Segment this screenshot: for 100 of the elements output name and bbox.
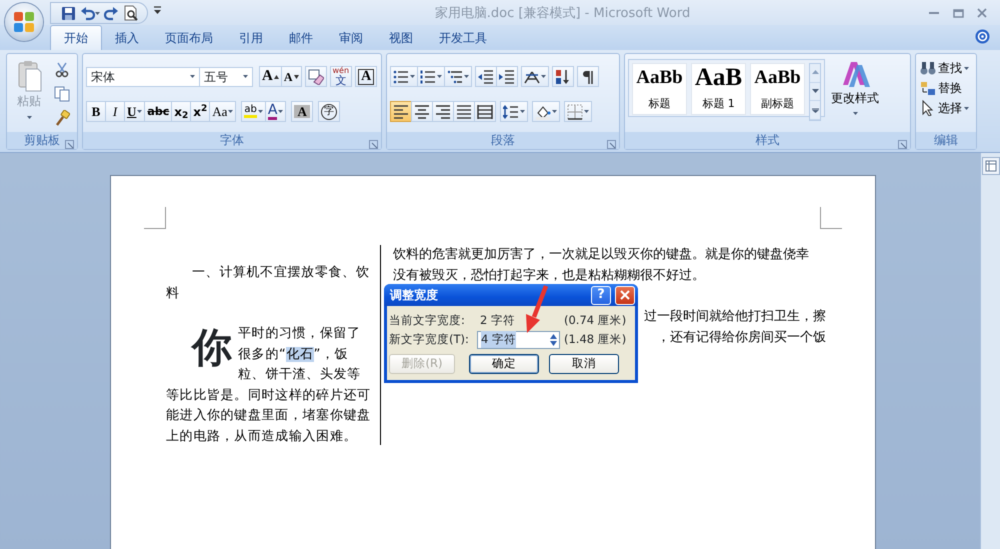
clear-formatting-button[interactable] [304,66,327,87]
change-styles-button[interactable]: 更改样式 [829,59,881,132]
paragraph-text: 饮料的危害就更加厉害了，一次就足以毁灭你的键盘。就是你的键盘侥幸没有被毁灭，恐怕打起字来，也是粘粘糊糊很不好过。 [393,246,810,284]
align-left-icon [393,104,409,120]
indent-icon [499,68,515,84]
shading-button[interactable] [532,101,560,122]
save-icon [61,6,76,20]
outdent-button[interactable] [475,66,497,87]
numbering-button[interactable] [417,66,445,87]
ribbon-tab[interactable]: 页面布局 [152,25,226,50]
strikethrough-button[interactable]: abc [144,101,172,122]
borders-button[interactable] [564,101,592,122]
character-shading-button[interactable]: A [291,101,313,122]
shrink-font-button[interactable]: A [280,66,302,87]
align-center-button[interactable] [411,101,433,122]
dialog-button[interactable]: 取消 [549,354,619,374]
group-label: 样式 [756,133,780,147]
copy-button[interactable] [52,84,72,104]
annotation-arrow [526,285,548,333]
bold-button[interactable]: B [86,101,106,122]
distribute-icon [477,104,493,120]
style-tile[interactable]: AaBb 标题 [632,63,687,115]
phonetic-guide-button[interactable]: wén 文 [330,66,352,87]
caret-icon [190,75,195,78]
drop-cap: 你 [192,330,232,366]
shading-icon [535,104,551,120]
unit-text: (0.74 厘米) [564,312,626,329]
binoculars-icon [920,60,936,76]
superscript-button[interactable]: x$^{2}$ [190,101,210,122]
style-tile[interactable]: AaBb 副标题 [750,63,805,115]
ribbon-tab[interactable]: 审阅 [326,25,376,50]
font-name-field[interactable]: 宋体 [86,66,200,86]
group-label: 编辑 [934,133,958,147]
align-center-icon [414,104,430,120]
field-label: 新文字宽度(T): [389,330,470,348]
select-button[interactable]: 选择 [919,98,973,118]
caret-icon [154,6,161,14]
undo-icon [80,6,95,20]
width-spin-field[interactable]: 4 字符 [477,330,560,348]
redo-icon [104,6,119,20]
help-button[interactable]: ? [591,286,611,304]
spin-arrows-icon [549,332,558,346]
ruler-icon [985,160,997,172]
close-icon [977,8,987,18]
change-case-button[interactable]: Aa [209,101,236,122]
line-spacing-button[interactable] [500,101,528,122]
group-label: 段落 [491,133,515,147]
font-color-button[interactable]: A [264,101,286,122]
style-tile[interactable]: AaB 标题 1 [691,63,746,115]
close-button[interactable] [615,286,635,304]
paragraph-text: 一、计算机不宜摆放零食、饮料 [166,264,370,302]
letters-a-icon [840,59,870,89]
multilevel-button[interactable] [444,66,472,87]
bullets-button[interactable] [390,66,418,87]
field-label: 当前文字宽度: [389,312,466,329]
outdent-icon [478,68,494,84]
find-button[interactable]: 查找 [919,58,973,78]
align-right-button[interactable] [432,101,454,122]
grow-font-button[interactable]: A [259,66,282,87]
caret-icon [812,108,818,113]
clear-icon [308,68,324,84]
sort-button[interactable] [552,66,574,87]
replace-button[interactable]: 替换 [919,78,973,98]
caret-icon [243,75,248,78]
numbering-icon [420,68,436,84]
italic-button[interactable]: I [105,101,125,122]
vertical-scrollbar[interactable] [980,153,1000,549]
ribbon-tab[interactable]: 开发工具 [426,25,500,50]
ribbon-tab[interactable]: 视图 [376,25,426,50]
caret-icon [812,89,818,94]
asian-layout-button[interactable] [521,66,549,87]
enclosed-character-button[interactable]: 字 [318,101,340,122]
subscript-button[interactable]: x$_{2}$ [171,101,192,122]
caret-icon [95,12,100,14]
highlight-button[interactable]: ab [241,101,266,122]
field-value: 2 字符 [479,312,516,329]
ribbon-tab[interactable]: 插入 [102,25,152,50]
distribute-button[interactable] [474,101,496,122]
character-border-button[interactable]: A [355,66,378,87]
paste-icon [16,60,42,92]
caret-icon [812,70,818,76]
justify-button[interactable] [453,101,475,122]
marks-button[interactable] [577,66,599,87]
align-left-button[interactable] [390,101,412,122]
dialog-button[interactable]: 确定 [469,354,539,374]
launcher-icon [607,140,616,150]
replace-icon [920,80,936,96]
underline-button[interactable]: U [124,101,146,122]
font-size-field[interactable]: 五号 [199,66,253,86]
group-label: 剪贴板 [24,133,60,147]
crop-mark [144,207,166,229]
view-ruler-button[interactable] [982,157,1000,175]
ribbon-tab[interactable]: 开始 [50,25,102,50]
unit-text: (1.48 厘米) [564,330,626,348]
indent-button[interactable] [496,66,518,87]
group-label: 字体 [220,133,244,147]
office-logo-icon [12,10,36,34]
ribbon-tab[interactable]: 引用 [226,25,276,50]
scissors-icon [55,62,69,78]
ribbon-tab[interactable]: 邮件 [276,25,326,50]
